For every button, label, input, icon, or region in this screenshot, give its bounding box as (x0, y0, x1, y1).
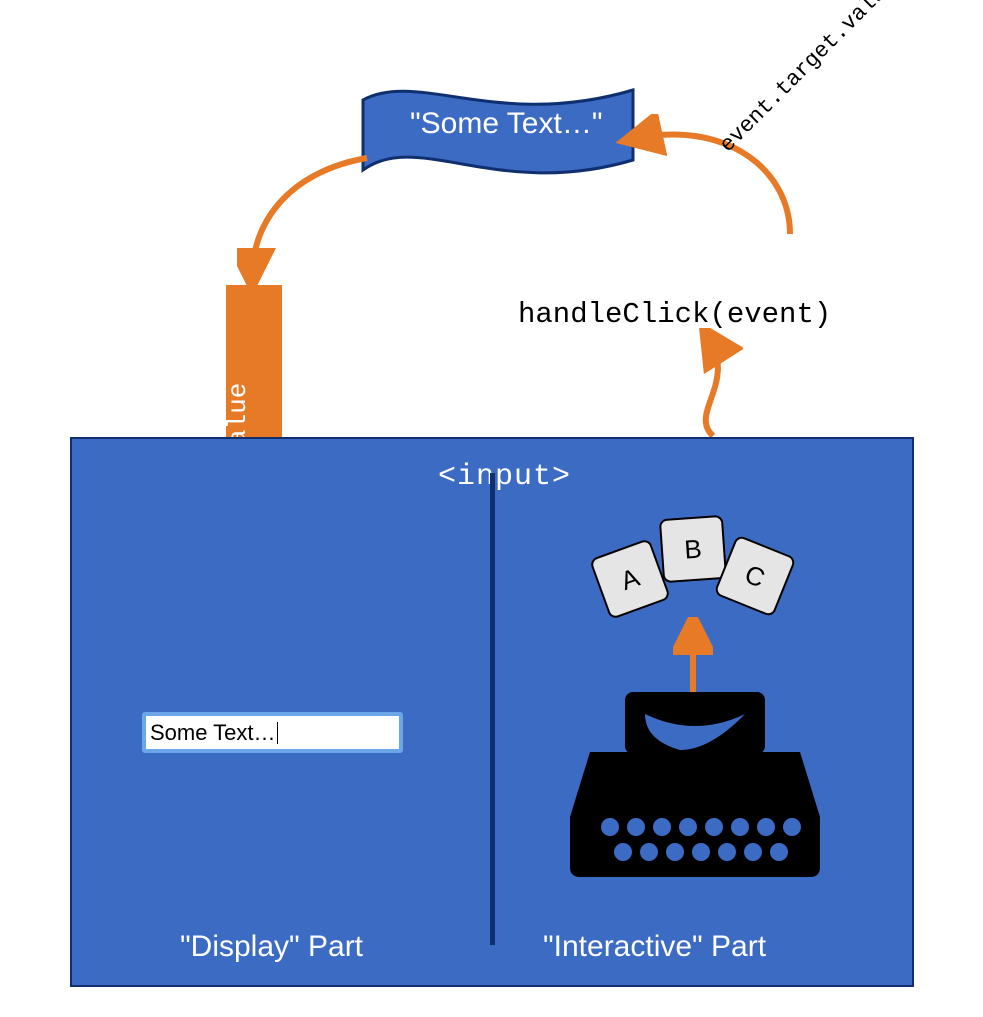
handler-label: handleClick(event) (518, 298, 831, 331)
arrow-keyboard-to-keys (673, 617, 713, 702)
diagram-root: "Some Text…" event.target.value handleCl… (0, 0, 983, 1017)
keycap-b: B (659, 515, 727, 583)
rendered-input-field[interactable]: Some Text… (142, 712, 403, 753)
display-part-label: "Display" Part (180, 930, 363, 964)
arrow-handler-to-flag (615, 114, 805, 244)
typewriter-icon (570, 692, 820, 877)
event-target-value-label: event.target.value (715, 0, 901, 158)
interactive-part-label: "Interactive" Part (543, 930, 766, 964)
input-value-text: Some Text… (150, 720, 276, 746)
arrow-flag-to-prop (237, 150, 397, 290)
input-tag-label: <input> (438, 460, 571, 494)
arrow-keys-to-handler (683, 328, 743, 443)
center-divider (490, 473, 495, 945)
flag-text: "Some Text…" (410, 107, 602, 141)
text-cursor (277, 722, 278, 744)
